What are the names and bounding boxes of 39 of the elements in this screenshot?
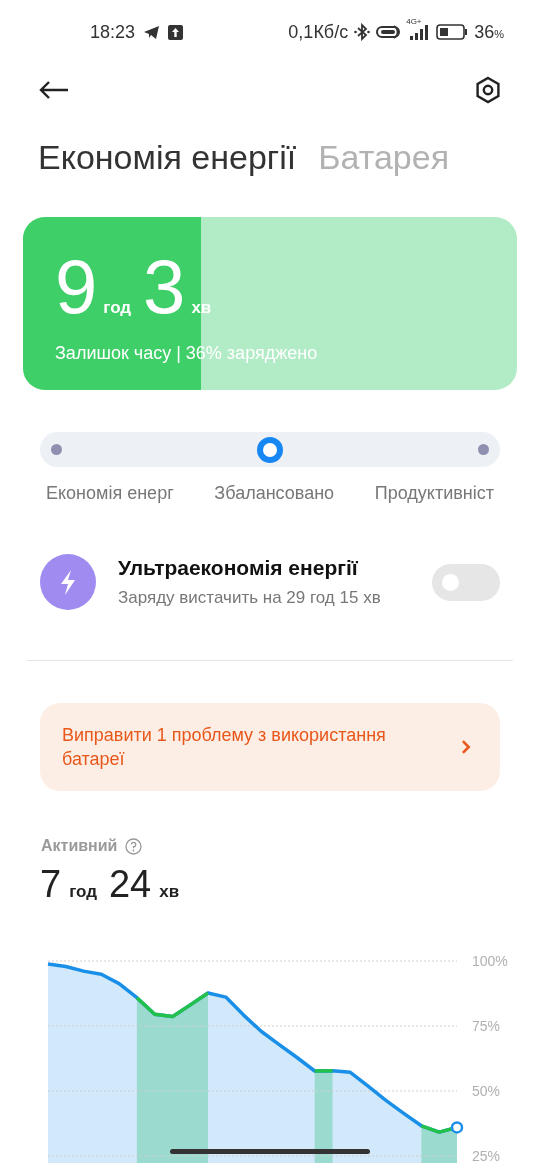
help-icon[interactable]	[125, 837, 143, 855]
tab[interactable]: Економія енергії	[38, 138, 297, 177]
hours-unit: год	[103, 298, 132, 318]
link-icon	[376, 24, 403, 40]
battery-percent: 36	[474, 21, 495, 43]
toggle-switch[interactable]	[432, 563, 500, 601]
paper-plane-icon	[143, 24, 161, 40]
mode-label: Збалансовано	[214, 483, 335, 504]
active-hours-value: 7	[40, 863, 62, 906]
active-minutes-value: 24	[108, 863, 152, 906]
minutes-value: 3	[143, 247, 186, 327]
network-speed: 0,1Кб/с	[288, 21, 349, 43]
mode-label: Продуктивніст	[374, 483, 494, 504]
active-minutes-unit: хв	[159, 882, 180, 902]
upload-icon	[168, 24, 184, 40]
signal-icon	[408, 24, 431, 40]
slider-thumb[interactable]	[257, 436, 283, 463]
y-axis-label: 100%	[472, 953, 508, 969]
y-axis-label: 75%	[472, 1018, 501, 1034]
active-hours-unit: год	[69, 882, 97, 902]
y-axis-label: 25%	[472, 1148, 501, 1163]
lightning-icon	[40, 554, 96, 610]
hours-value: 9	[55, 247, 98, 327]
fix-issue-button[interactable]: Виправити 1 проблему з використання батареї	[40, 703, 500, 791]
battery-icon	[436, 24, 469, 40]
network-type: 4G+	[406, 16, 422, 26]
mode-label: Економія енерг	[46, 483, 174, 504]
y-axis-label: 50%	[472, 1083, 501, 1099]
percent-sign: %	[494, 27, 504, 40]
clock: 18:23	[90, 21, 136, 43]
tab[interactable]: Батарея	[318, 138, 450, 177]
chevron-right-icon	[460, 739, 472, 755]
current-point-marker	[450, 1121, 464, 1134]
active-label: Активний	[41, 837, 118, 855]
ultra-saver-subtitle: Заряду вистачить на 29 год 15 хв	[118, 588, 382, 608]
slider-stop[interactable]	[51, 444, 62, 455]
slider-stop[interactable]	[478, 444, 489, 455]
ultra-saver-title: Ультраекономія енергії	[118, 556, 359, 580]
bluetooth-icon	[354, 23, 371, 41]
